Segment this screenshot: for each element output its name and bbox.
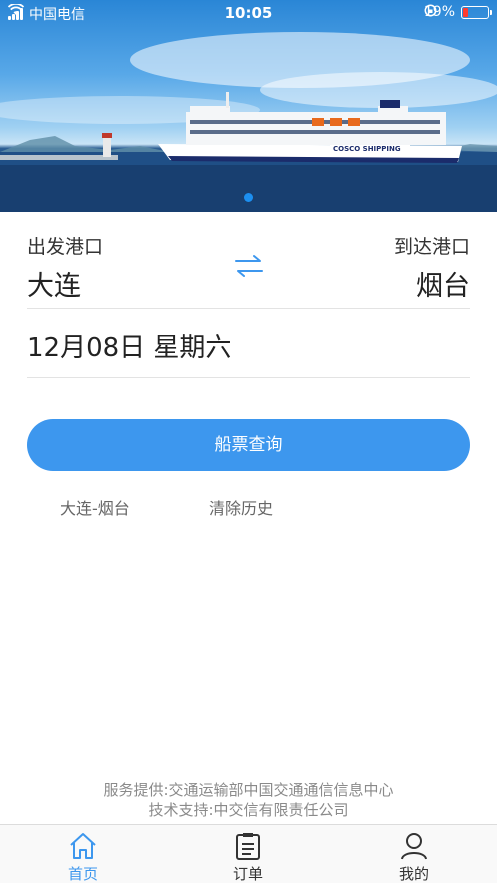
divider bbox=[27, 308, 470, 309]
ticket-search-button[interactable]: 船票查询 bbox=[27, 419, 470, 471]
ship-brand-text: COSCO SHIPPING bbox=[333, 145, 401, 153]
ship-photo: COSCO SHIPPING bbox=[0, 32, 497, 212]
tab-orders[interactable]: 订单 bbox=[198, 825, 298, 883]
service-provider-text: 服务提供:交通运输部中国交通通信信息中心 bbox=[103, 781, 394, 799]
history-item[interactable]: 大连-烟台 bbox=[60, 495, 130, 519]
divider bbox=[27, 377, 470, 378]
from-port-label: 出发港口 bbox=[27, 236, 104, 258]
order-list-icon bbox=[236, 833, 260, 860]
carousel-dot[interactable] bbox=[244, 193, 253, 202]
clock: 10:05 bbox=[224, 4, 273, 22]
tab-orders-label: 订单 bbox=[232, 865, 263, 883]
to-port-label: 到达港口 bbox=[393, 236, 470, 258]
hero-banner[interactable]: COSCO SHIPPING 中国电信 10:05 19% bbox=[0, 0, 497, 212]
from-port-value[interactable]: 大连 bbox=[27, 264, 81, 303]
to-port-value[interactable]: 烟台 bbox=[416, 264, 470, 303]
status-bar: 中国电信 10:05 19% bbox=[0, 0, 497, 24]
tab-profile-label: 我的 bbox=[398, 865, 429, 883]
departure-date[interactable]: 12月08日 星期六 bbox=[27, 327, 231, 364]
tech-support-text: 技术支持:中交信有限责任公司 bbox=[148, 801, 349, 819]
clear-history-button[interactable]: 清除历史 bbox=[209, 495, 273, 519]
tab-profile[interactable]: 我的 bbox=[364, 825, 464, 883]
swap-arrows-icon[interactable] bbox=[232, 252, 266, 280]
tab-home[interactable]: 首页 bbox=[33, 825, 133, 883]
home-icon bbox=[70, 833, 96, 859]
battery-icon bbox=[461, 5, 492, 19]
rotation-lock-icon bbox=[424, 4, 437, 17]
carousel-indicator bbox=[0, 193, 497, 202]
tab-home-label: 首页 bbox=[67, 865, 98, 883]
tab-bar: 首页 订单 我的 bbox=[0, 824, 497, 883]
user-icon bbox=[401, 833, 427, 860]
